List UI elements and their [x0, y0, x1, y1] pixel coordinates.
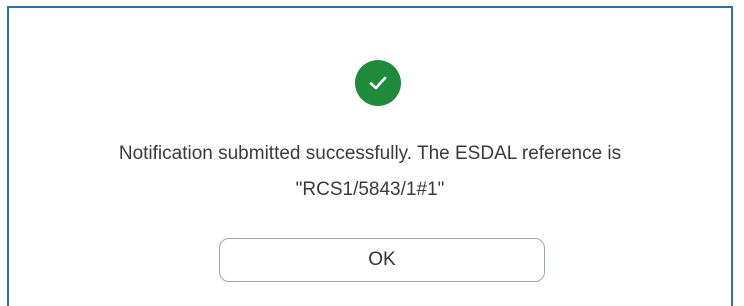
esdal-reference: "RCS1/5843/1#1"	[295, 179, 445, 200]
success-message: Notification submitted successfully. The…	[9, 136, 731, 208]
message-line-1: Notification submitted successfully. The…	[118, 143, 622, 164]
success-dialog: Notification submitted successfully. The…	[7, 6, 733, 306]
checkmark-icon	[369, 76, 387, 90]
ok-button[interactable]: OK	[219, 238, 545, 282]
check-circle-icon	[355, 60, 401, 106]
